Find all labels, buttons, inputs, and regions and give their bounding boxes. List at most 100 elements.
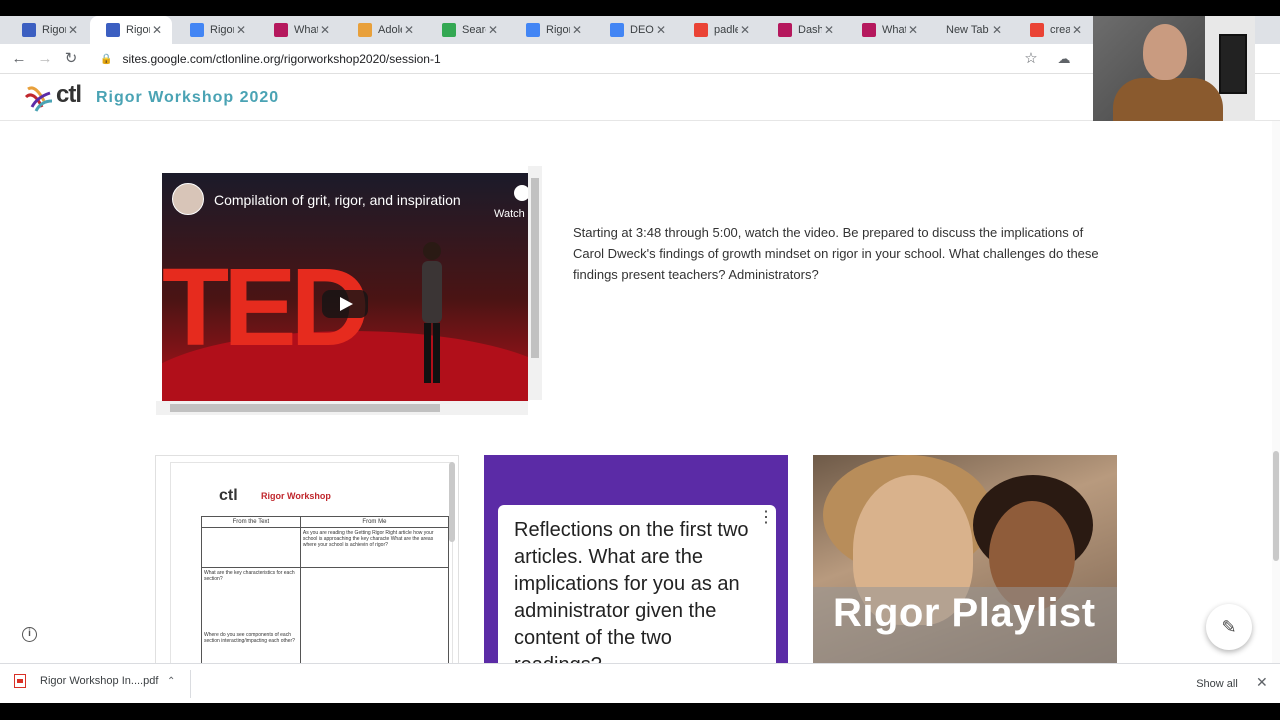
- video-vertical-scrollbar[interactable]: [528, 166, 542, 400]
- edit-pencil-icon[interactable]: ✎: [1206, 604, 1252, 650]
- more-vert-icon[interactable]: ⋮: [758, 510, 774, 526]
- tab-title: Adoles: [378, 24, 402, 36]
- browser-tab[interactable]: Rigor V✕: [90, 16, 172, 44]
- download-filename: Rigor Workshop In....pdf: [40, 675, 159, 687]
- browser-tab[interactable]: Adoles✕: [342, 16, 424, 44]
- tab-close-icon[interactable]: ✕: [1070, 23, 1084, 37]
- download-item[interactable]: Rigor Workshop In....pdf: [14, 674, 158, 688]
- reflection-prompt: Reflections on the first two articles. W…: [514, 519, 749, 665]
- padlet-card[interactable]: Reflections on the first two articles. W…: [484, 455, 788, 665]
- watch-later-icon[interactable]: [514, 185, 528, 201]
- tab-title: creatin: [1050, 24, 1070, 36]
- speaker-figure: [422, 242, 442, 383]
- close-icon[interactable]: ✕: [1256, 674, 1268, 691]
- tab-close-icon[interactable]: ✕: [990, 23, 1004, 37]
- play-button[interactable]: [322, 290, 368, 318]
- tab-title: Dashb: [798, 24, 822, 36]
- tab-title: Rigor I: [210, 24, 234, 36]
- browser-tab[interactable]: Rigor I✕: [510, 16, 592, 44]
- site-title[interactable]: Rigor Workshop 2020: [96, 89, 279, 107]
- doc-table: From the Text From Me As you are reading…: [201, 516, 450, 664]
- tab-close-icon[interactable]: ✕: [822, 23, 836, 37]
- video-title[interactable]: Compilation of grit, rigor, and inspirat…: [214, 192, 461, 208]
- tab-close-icon[interactable]: ✕: [234, 23, 248, 37]
- tab-close-icon[interactable]: ✕: [150, 23, 164, 37]
- tab-favicon-icon: [1030, 23, 1044, 37]
- playlist-label: Rigor Playlist: [833, 591, 1096, 635]
- bookmark-star-icon[interactable]: ☆: [1022, 50, 1040, 68]
- doc-title: Rigor Workshop: [261, 491, 331, 501]
- screen: Rigor V✕Rigor V✕Rigor I✕What c✕Adoles✕Se…: [0, 0, 1280, 720]
- tab-favicon-icon: [610, 23, 624, 37]
- doc-preview: ctl Rigor Workshop From the Text From Me…: [170, 462, 453, 664]
- reflection-panel: Reflections on the first two articles. W…: [498, 505, 776, 665]
- tab-title: What c: [294, 24, 318, 36]
- tab-favicon-icon: [694, 23, 708, 37]
- show-all-button[interactable]: Show all: [1186, 672, 1248, 696]
- tab-favicon-icon: [778, 23, 792, 37]
- doc-col-header: From the Text: [201, 516, 301, 528]
- info-icon[interactable]: i: [22, 627, 37, 642]
- page-scrollbar[interactable]: [1272, 121, 1280, 663]
- tab-title: What c: [882, 24, 906, 36]
- doc-cell: Where do you see components of each sect…: [201, 629, 301, 664]
- browser-tab[interactable]: Rigor V✕: [6, 16, 88, 44]
- playlist-card[interactable]: Rigor Playlist: [813, 455, 1117, 665]
- doc-cell: What are the key characteristics for eac…: [201, 567, 301, 630]
- tab-favicon-icon: [190, 23, 204, 37]
- tab-favicon-icon: [862, 23, 876, 37]
- back-icon[interactable]: ←: [10, 50, 28, 68]
- tab-title: DEO Te: [630, 24, 654, 36]
- browser-tab[interactable]: padlet✕: [678, 16, 760, 44]
- tab-close-icon[interactable]: ✕: [66, 23, 80, 37]
- url-text: sites.google.com/ctlonline.org/rigorwork…: [122, 52, 441, 66]
- download-bar: Rigor Workshop In....pdf ⌃ Show all ✕: [0, 663, 1280, 703]
- chevron-up-icon[interactable]: ⌃: [167, 676, 175, 687]
- tab-title: Search: [462, 24, 486, 36]
- watch-later-label[interactable]: Watch: [494, 208, 525, 220]
- logo-text[interactable]: ctl: [56, 81, 82, 109]
- cloud-icon[interactable]: ☁: [1055, 50, 1073, 68]
- tab-title: New Tab: [946, 24, 989, 36]
- tab-close-icon[interactable]: ✕: [318, 23, 332, 37]
- tab-strip: Rigor V✕Rigor V✕Rigor I✕What c✕Adoles✕Se…: [0, 0, 1280, 44]
- video-instructions: Starting at 3:48 through 5:00, watch the…: [573, 225, 1099, 282]
- tab-close-icon[interactable]: ✕: [486, 23, 500, 37]
- browser-tab[interactable]: Rigor I✕: [174, 16, 256, 44]
- tab-title: padlet: [714, 24, 738, 36]
- doc-col-header: From Me: [299, 516, 450, 528]
- tab-title: Rigor I: [546, 24, 570, 36]
- site-header: ctl Rigor Workshop 2020: [0, 75, 1280, 121]
- tab-close-icon[interactable]: ✕: [906, 23, 920, 37]
- embedded-video[interactable]: TED Compilation of grit, rigor, and insp…: [162, 173, 528, 401]
- browser-toolbar: ← → ↻ 🔒 sites.google.com/ctlonline.org/r…: [0, 44, 1280, 74]
- browser-tab[interactable]: What c✕: [258, 16, 340, 44]
- tab-title: Rigor V: [42, 24, 66, 36]
- tab-favicon-icon: [274, 23, 288, 37]
- pdf-file-icon: [14, 674, 26, 688]
- browser-tab[interactable]: creatin✕: [1014, 16, 1092, 44]
- browser-tab[interactable]: Search✕: [426, 16, 508, 44]
- tab-favicon-icon: [22, 23, 36, 37]
- video-horizontal-scrollbar[interactable]: [156, 401, 528, 415]
- browser-tab[interactable]: DEO Te✕: [594, 16, 676, 44]
- webcam-overlay: [1093, 16, 1255, 121]
- address-bar[interactable]: 🔒 sites.google.com/ctlonline.org/rigorwo…: [92, 47, 1052, 71]
- reload-icon[interactable]: ↻: [62, 50, 80, 68]
- tab-favicon-icon: [358, 23, 372, 37]
- tab-close-icon[interactable]: ✕: [738, 23, 752, 37]
- channel-avatar[interactable]: [172, 183, 204, 215]
- doc-scrollbar[interactable]: [449, 462, 455, 542]
- browser-tab[interactable]: New Tab ✕: [930, 16, 1012, 44]
- tab-favicon-icon: [526, 23, 540, 37]
- doc-preview-card[interactable]: ctl Rigor Workshop From the Text From Me…: [155, 455, 459, 665]
- tab-close-icon[interactable]: ✕: [654, 23, 668, 37]
- tab-favicon-icon: [442, 23, 456, 37]
- browser-tab[interactable]: What c✕: [846, 16, 928, 44]
- forward-icon[interactable]: →: [36, 50, 54, 68]
- lock-icon: 🔒: [100, 53, 113, 65]
- tab-favicon-icon: [106, 23, 120, 37]
- tab-close-icon[interactable]: ✕: [402, 23, 416, 37]
- browser-tab[interactable]: Dashb✕: [762, 16, 844, 44]
- tab-close-icon[interactable]: ✕: [570, 23, 584, 37]
